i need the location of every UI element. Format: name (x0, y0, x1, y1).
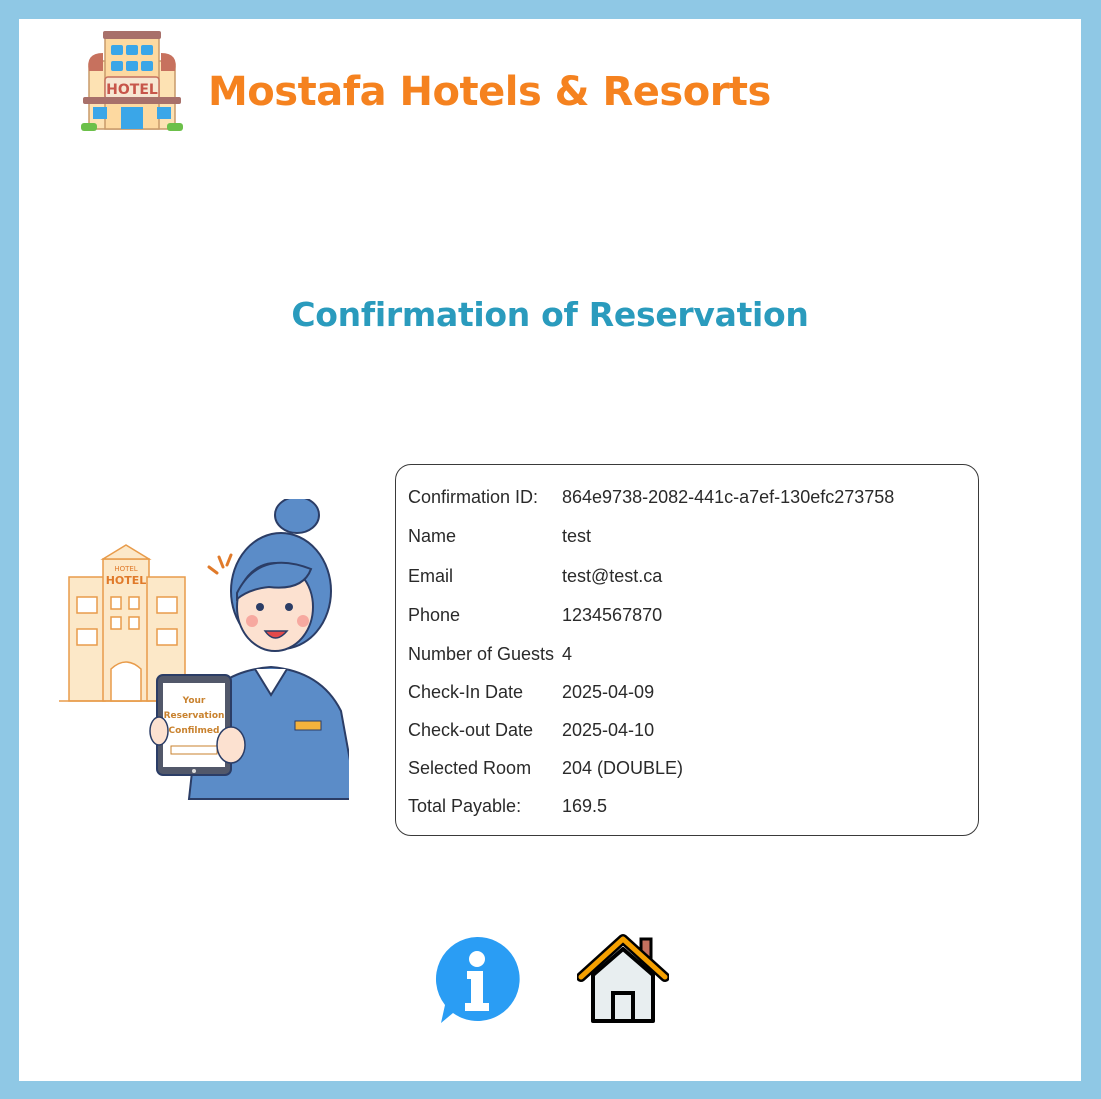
field-label: Phone (408, 605, 461, 625)
header: HOTEL Mostafa Hotels & Resorts (81, 31, 981, 133)
receptionist-illustration: HOTEL HOTEL Your Reservation Confilmed (59, 499, 349, 800)
email-value: test@test.ca (562, 566, 663, 586)
svg-text:Your: Your (182, 696, 206, 706)
confirmation-id-value: 864e9738-2082-441c-a7ef-130efc273758 (562, 487, 895, 507)
phone-value: 1234567870 (562, 605, 663, 625)
field-label: Selected Room (408, 758, 532, 778)
info-icon[interactable] (431, 933, 523, 1025)
total-value: 169.5 (562, 796, 608, 816)
field-label: Check-out Date (408, 720, 534, 740)
brand-name: Mostafa Hotels & Resorts (208, 69, 771, 115)
svg-text:Reservation: Reservation (164, 711, 225, 721)
room-value: 204 (DOUBLE) (562, 758, 684, 778)
field-label: Name (408, 526, 457, 546)
field-label: Confirmation ID: (408, 487, 539, 507)
svg-text:HOTEL: HOTEL (114, 565, 137, 573)
home-icon[interactable] (577, 933, 669, 1025)
tablet-drawing: Your Reservation Confilmed (149, 674, 246, 776)
check-out-value: 2025-04-10 (562, 720, 655, 740)
field-label: Email (408, 566, 454, 586)
check-in-value: 2025-04-09 (562, 682, 655, 702)
svg-text:HOTEL: HOTEL (106, 82, 158, 98)
hotel-logo-icon: HOTEL (81, 31, 183, 131)
svg-text:Confilmed: Confilmed (169, 726, 220, 736)
svg-text:HOTEL: HOTEL (106, 574, 147, 587)
field-label: Check-In Date (408, 682, 524, 702)
field-label: Total Payable: (408, 796, 522, 816)
field-label: Number of Guests (408, 644, 555, 664)
name-value: test (562, 526, 592, 546)
page-frame: HOTEL Mostafa Hotels & Resorts Confirmat… (19, 19, 1081, 1081)
page-title: Confirmation of Reservation (291, 295, 809, 334)
action-icons (429, 933, 689, 1033)
reservation-details-card: Confirmation ID: 864e9738-2082-441c-a7ef… (395, 464, 979, 836)
guests-value: 4 (562, 644, 573, 664)
